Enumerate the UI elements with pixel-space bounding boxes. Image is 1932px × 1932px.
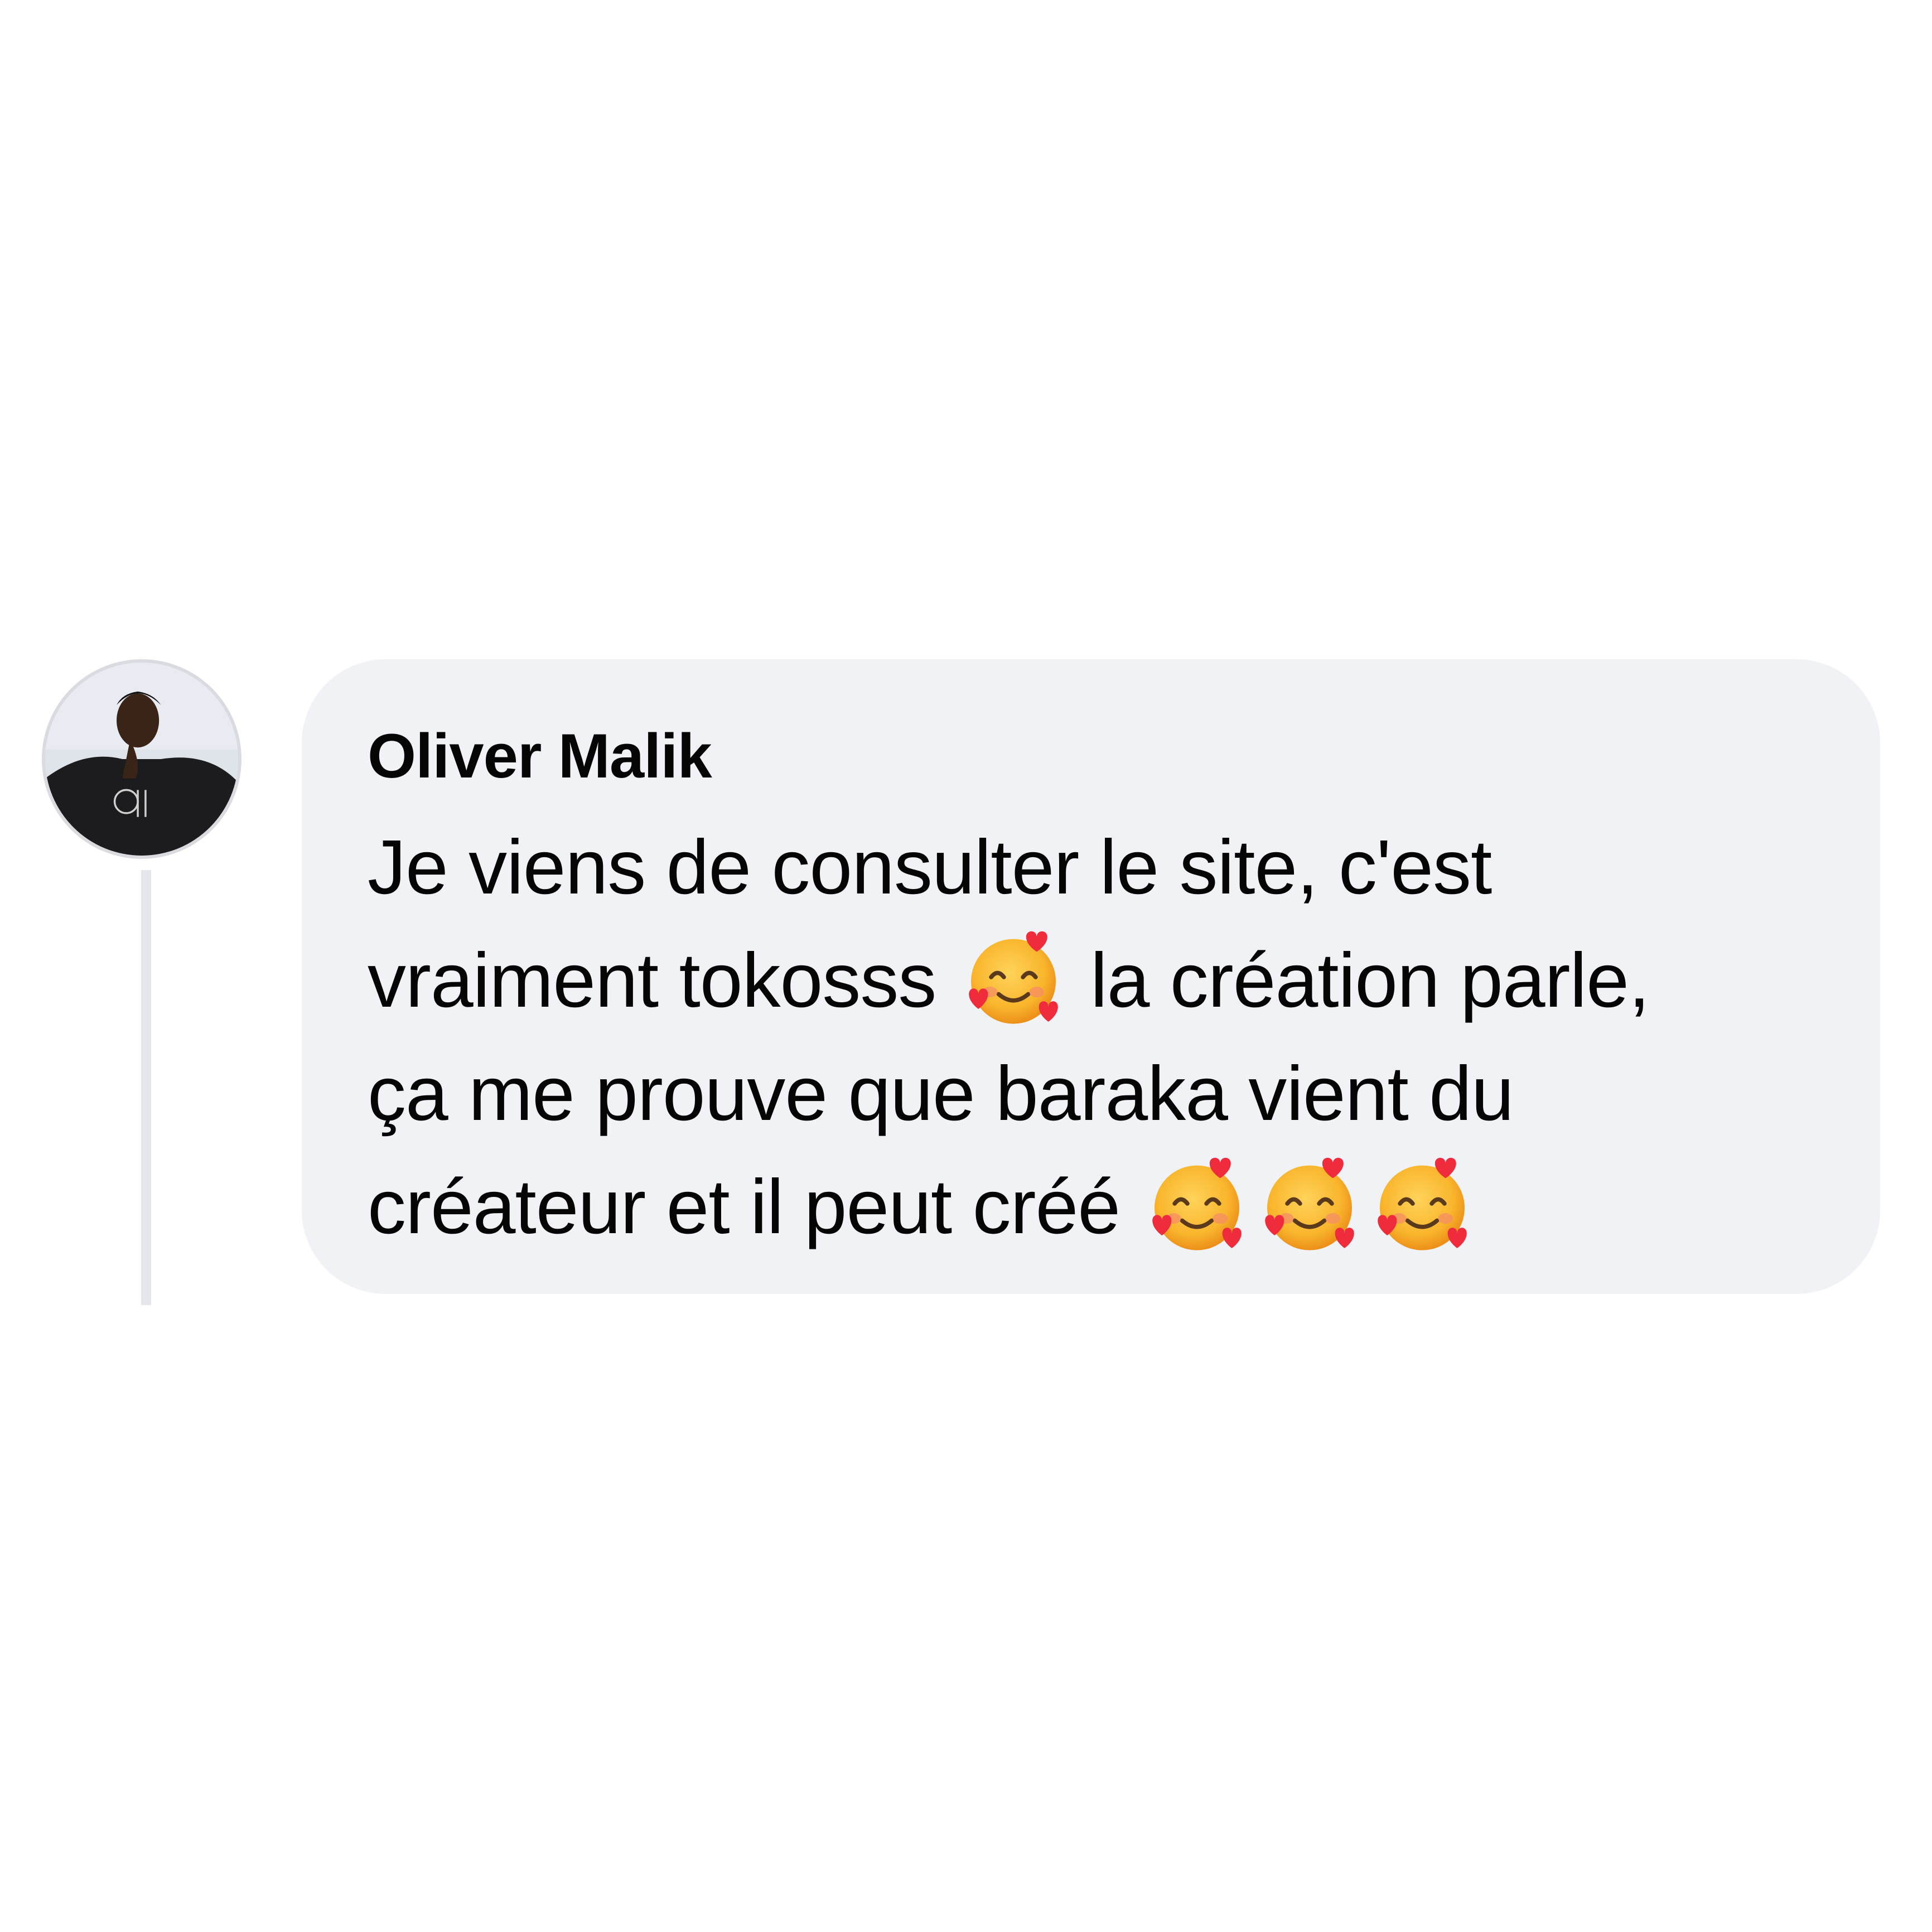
smiling-face-with-hearts-icon [960, 924, 1066, 1030]
message-line-4-text-before: créateur et il peut créé [368, 1164, 1120, 1250]
smiling-face-with-hearts-icon [1257, 1151, 1363, 1257]
smiling-face-with-hearts-icon [1369, 1151, 1475, 1257]
profile-photo [45, 663, 238, 856]
page: Oliver Malik Je viens de consulter le si… [0, 0, 1932, 1932]
message-line-2-text-after: la création parle, [1090, 938, 1650, 1023]
smiling-face-with-hearts-icon [1144, 1151, 1250, 1257]
message-line-3: ça me prouve que baraka vient du [368, 1051, 1514, 1137]
comment-bubble: Oliver Malik Je viens de consulter le si… [302, 659, 1880, 1294]
avatar[interactable] [42, 659, 241, 859]
author-name[interactable]: Oliver Malik [368, 725, 1819, 788]
message-line-2: vraiment tokosss la création parle, [368, 924, 1819, 1037]
reply-thread-line [141, 870, 151, 1305]
comment: Oliver Malik Je viens de consulter le si… [0, 0, 1932, 1932]
message-line-1: Je viens de consulter le site, c'est [368, 824, 1492, 910]
comment-text: Je viens de consulter le site, c'est vra… [368, 811, 1819, 1264]
message-line-2-text-before: vraiment tokosss [368, 938, 936, 1023]
message-line-4: créateur et il peut créé [368, 1151, 1819, 1264]
